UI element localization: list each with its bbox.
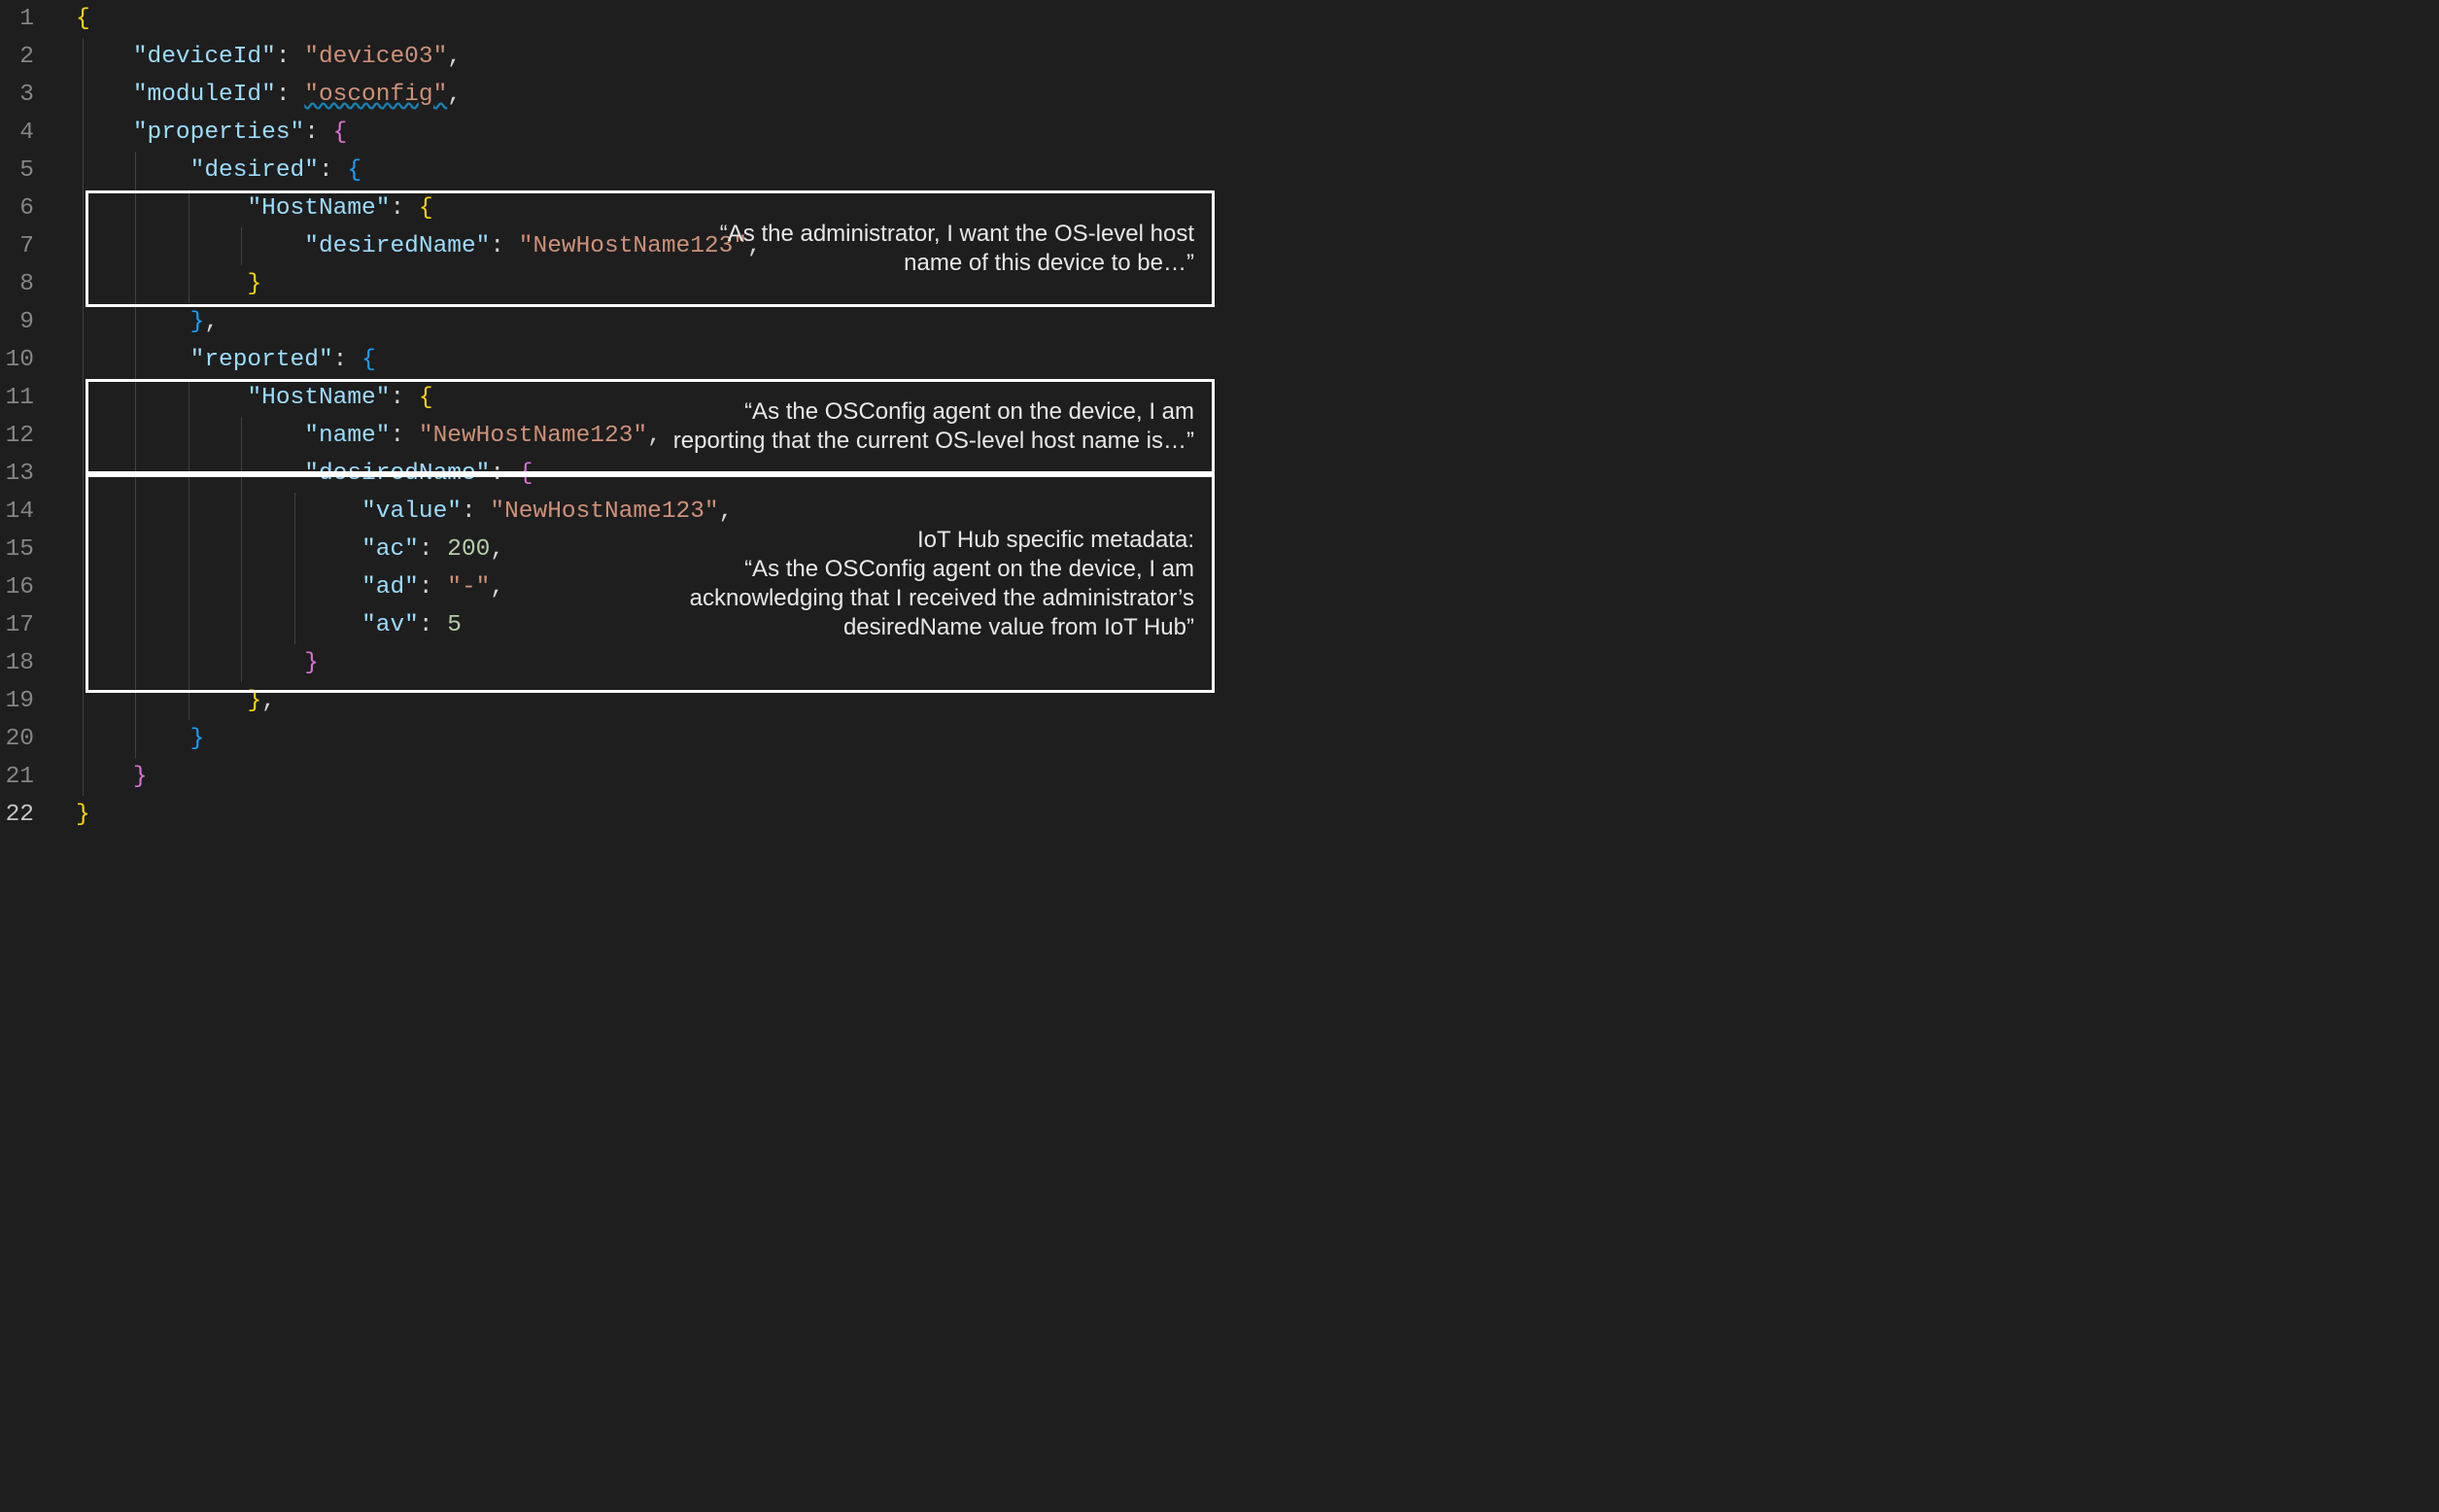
annotation-desired-hostname: “As the administrator, I want the OS-lev… — [86, 190, 1215, 307]
line-number: 4 — [0, 114, 34, 152]
comma: , — [447, 44, 462, 70]
line-number: 13 — [0, 455, 34, 493]
code-editor: 12345678910111213141516171819202122 { "d… — [0, 0, 2439, 1512]
line-number: 12 — [0, 417, 34, 455]
line-number-gutter: 12345678910111213141516171819202122 — [0, 0, 53, 1512]
brace-open: { — [361, 347, 376, 373]
json-key: "properties" — [133, 120, 304, 146]
line-number: 21 — [0, 758, 34, 796]
brace-close: } — [76, 802, 90, 828]
punct: : — [304, 120, 332, 146]
code-line[interactable]: "deviceId": "device03", — [76, 38, 762, 76]
brace-open: { — [76, 6, 90, 32]
brace-close: } — [133, 764, 148, 790]
line-number: 5 — [0, 152, 34, 189]
annotation-text: “As the administrator, I want the OS-lev… — [670, 220, 1194, 278]
code-line[interactable]: } — [76, 796, 762, 834]
code-line[interactable]: { — [76, 0, 762, 38]
line-number: 6 — [0, 189, 34, 227]
code-line[interactable]: }, — [76, 303, 762, 341]
line-number: 1 — [0, 0, 34, 38]
code-line[interactable]: } — [76, 720, 762, 758]
line-number: 2 — [0, 38, 34, 76]
line-number: 22 — [0, 796, 34, 834]
line-number: 18 — [0, 644, 34, 682]
annotation-iothub-metadata: IoT Hub specific metadata: “As the OSCon… — [86, 474, 1215, 693]
brace-close: } — [190, 726, 205, 752]
annotation-reported-hostname: “As the OSConfig agent on the device, I … — [86, 379, 1215, 474]
json-key: "moduleId" — [133, 82, 276, 108]
json-string: "osconfig" — [304, 82, 447, 108]
line-number: 7 — [0, 227, 34, 265]
line-number: 16 — [0, 568, 34, 606]
comma: , — [447, 82, 462, 108]
json-key: "deviceId" — [133, 44, 276, 70]
punct: : — [276, 82, 304, 108]
brace-open: { — [333, 120, 348, 146]
json-string: "device03" — [304, 44, 447, 70]
code-line[interactable]: } — [76, 758, 762, 796]
line-number: 20 — [0, 720, 34, 758]
punct: : — [276, 44, 304, 70]
json-key: "desired" — [190, 157, 319, 184]
line-number: 17 — [0, 606, 34, 644]
code-line[interactable]: "moduleId": "osconfig", — [76, 76, 762, 114]
annotation-text: IoT Hub specific metadata: “As the OSCon… — [670, 526, 1194, 642]
line-number: 11 — [0, 379, 34, 417]
line-number: 14 — [0, 493, 34, 531]
line-number: 9 — [0, 303, 34, 341]
line-number: 8 — [0, 265, 34, 303]
line-number: 10 — [0, 341, 34, 379]
annotation-text: “As the OSConfig agent on the device, I … — [670, 397, 1194, 456]
line-number: 15 — [0, 531, 34, 568]
line-number: 19 — [0, 682, 34, 720]
comma: , — [204, 309, 219, 335]
line-number: 3 — [0, 76, 34, 114]
punct: : — [333, 347, 361, 373]
brace-close: } — [190, 309, 205, 335]
code-line[interactable]: "reported": { — [76, 341, 762, 379]
json-key: "reported" — [190, 347, 333, 373]
punct: : — [319, 157, 347, 184]
code-line[interactable]: "properties": { — [76, 114, 762, 152]
brace-open: { — [347, 157, 361, 184]
code-line[interactable]: "desired": { — [76, 152, 762, 189]
